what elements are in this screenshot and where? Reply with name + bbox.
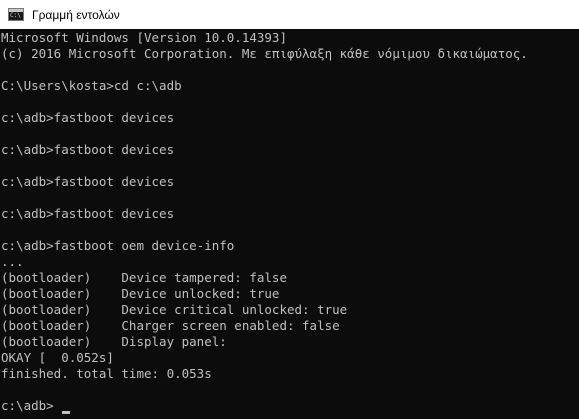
window-title: Γραμμή εντολών [32,7,120,22]
console-line: c:\adb>fastboot devices [1,174,175,189]
console-line: c:\adb>fastboot devices [1,110,175,125]
console-line: finished. total time: 0.053s [1,366,212,381]
console-line: c:\adb>fastboot oem device-info [1,238,235,253]
console-line: Microsoft Windows [Version 10.0.14393] [1,30,287,45]
console-line: (bootloader) Device unlocked: true [1,286,280,301]
console-line: (c) 2016 Microsoft Corporation. Με επιφύ… [1,46,528,61]
console-line: (bootloader) Display panel: [1,334,227,349]
command-prompt-icon [8,8,24,21]
text-cursor [62,411,70,414]
console-line: (bootloader) Device tampered: false [1,270,287,285]
console-line: ... [1,254,24,269]
console-line: (bootloader) Charger screen enabled: fal… [1,318,340,333]
command-prompt-window: Γραμμή εντολών Microsoft Windows [Versio… [0,0,579,419]
title-bar[interactable]: Γραμμή εντολών [0,0,579,29]
console-line: (bootloader) Device critical unlocked: t… [1,302,348,317]
console-line: c:\adb>fastboot devices [1,206,175,221]
console-line: C:\Users\kosta>cd c:\adb [1,78,182,93]
console-line: OKAY [ 0.052s] [1,350,114,365]
prompt-line[interactable]: c:\adb> [1,398,54,414]
console-output[interactable]: Microsoft Windows [Version 10.0.14393] (… [0,29,579,419]
console-line: c:\adb>fastboot devices [1,142,175,157]
